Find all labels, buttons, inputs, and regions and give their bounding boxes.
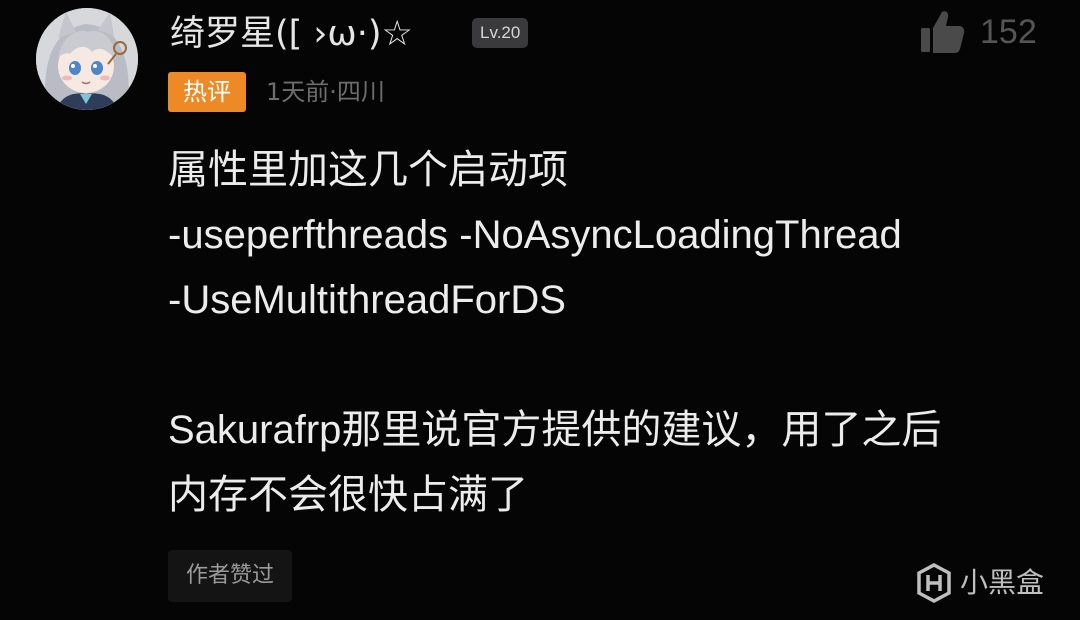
level-badge: Lv.20 [472, 18, 529, 48]
hot-comment-badge: 热评 [168, 72, 246, 112]
comment-line: Sakurafrp那里说官方提供的建议，用了之后 [168, 408, 942, 452]
comment-body: 属性里加这几个启动项 -useperfthreads -NoAsyncLoadi… [168, 138, 1048, 528]
like-count: 152 [980, 13, 1037, 51]
comment-time-location: 1天前·四川 [266, 78, 385, 106]
thumbs-up-icon[interactable] [918, 8, 966, 56]
avatar[interactable] [36, 8, 138, 110]
author-name[interactable]: 绮罗星([ ›ω·)☆ [170, 12, 413, 56]
watermark-brand-text: 小黑盒 [960, 566, 1045, 599]
comment-blank-line [168, 333, 1048, 398]
heybox-watermark: 小黑盒 [916, 560, 1044, 606]
author-liked-tag: 作者赞过 [168, 550, 293, 602]
comment-line: -UseMultithreadForDS [168, 278, 566, 322]
comment-line: 内存不会很快占满了 [168, 473, 528, 517]
heybox-logo-icon [917, 563, 951, 603]
comment-line: 属性里加这几个启动项 [168, 148, 568, 192]
comment-line: -useperfthreads -NoAsyncLoadingThread [168, 213, 902, 257]
